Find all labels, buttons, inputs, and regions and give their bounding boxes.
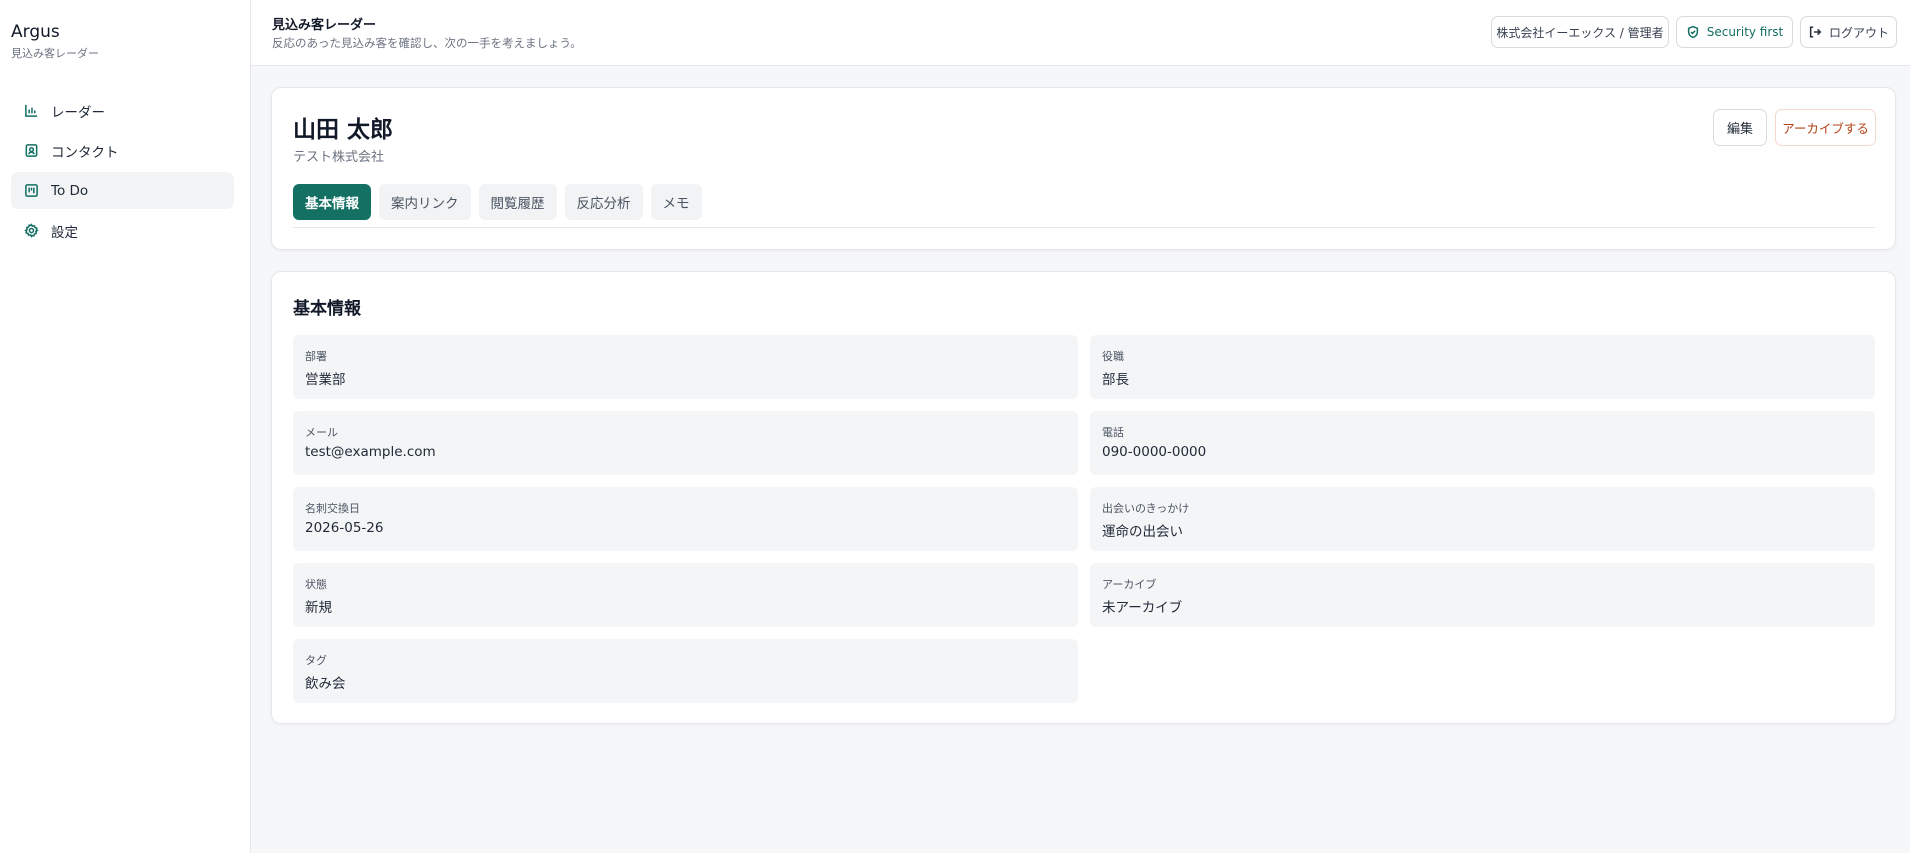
- app-subtitle: 見込み客レーダー: [11, 47, 99, 60]
- app-name: Argus: [11, 22, 60, 42]
- field-label: 状態: [305, 578, 327, 591]
- field-email: メール test@example.com: [293, 411, 1078, 475]
- sidebar-item-label: 設定: [51, 224, 78, 241]
- gear-icon: [23, 223, 39, 239]
- contact-company: テスト株式会社: [293, 150, 385, 165]
- field-value: test@example.com: [305, 444, 436, 460]
- archive-button[interactable]: アーカイブする: [1775, 109, 1876, 146]
- basic-info-card: 基本情報 部署 営業部 役職 部長 メール test@example.com 電…: [271, 271, 1896, 724]
- tab-view-history[interactable]: 閲覧履歴: [478, 184, 557, 220]
- field-tags: タグ 飲み会: [293, 639, 1078, 703]
- tabs-divider: [293, 227, 1875, 228]
- tab-guide-links[interactable]: 案内リンク: [379, 184, 471, 220]
- field-label: 名刺交換日: [305, 502, 360, 515]
- field-label: 役職: [1102, 350, 1124, 363]
- field-label: 出会いのきっかけ: [1102, 502, 1190, 515]
- field-card-exchange-date: 名刺交換日 2026-05-26: [293, 487, 1078, 551]
- section-title: 基本情報: [293, 299, 361, 319]
- field-value: 未アーカイブ: [1102, 600, 1183, 616]
- kanban-icon: [23, 183, 39, 199]
- logout-icon: [1809, 26, 1822, 38]
- field-position: 役職 部長: [1090, 335, 1875, 399]
- logout-label: ログアウト: [1828, 25, 1889, 40]
- security-label: Security first: [1706, 25, 1784, 39]
- sidebar-nav: レーダー コンタクト To Do 設定: [11, 92, 234, 252]
- field-phone: 電話 090-0000-0000: [1090, 411, 1875, 475]
- sidebar-item-label: コンタクト: [51, 144, 119, 161]
- field-department: 部署 営業部: [293, 335, 1078, 399]
- field-value: 運命の出会い: [1102, 524, 1183, 540]
- field-value: 2026-05-26: [305, 520, 384, 536]
- org-role-button[interactable]: 株式会社イーエックス / 管理者: [1491, 16, 1669, 48]
- contact-name: 山田 太郎: [293, 117, 394, 143]
- field-label: 電話: [1102, 426, 1124, 439]
- sidebar: Argus 見込み客レーダー レーダー コンタクト To Do 設定: [0, 0, 251, 853]
- top-header: 見込み客レーダー 反応のあった見込み客を確認し、次の一手を考えましょう。 株式会…: [251, 0, 1910, 66]
- field-value: 飲み会: [305, 676, 346, 692]
- sidebar-item-label: To Do: [51, 182, 89, 199]
- field-value: 営業部: [305, 372, 346, 388]
- logout-button[interactable]: ログアウト: [1800, 16, 1897, 48]
- security-first-button[interactable]: Security first: [1676, 16, 1793, 48]
- contact-profile-card: 山田 太郎 テスト株式会社 編集 アーカイブする 基本情報 案内リンク 閲覧履歴…: [271, 87, 1896, 250]
- tab-memo[interactable]: メモ: [650, 184, 702, 220]
- field-label: メール: [305, 426, 338, 439]
- sidebar-item-todo[interactable]: To Do: [11, 172, 234, 209]
- tab-reaction-analysis[interactable]: 反応分析: [564, 184, 643, 220]
- field-value: 090-0000-0000: [1102, 444, 1207, 460]
- page-title: 見込み客レーダー: [272, 18, 377, 33]
- org-role-label: 株式会社イーエックス / 管理者: [1496, 25, 1664, 40]
- page-subtitle: 反応のあった見込み客を確認し、次の一手を考えましょう。: [272, 36, 582, 50]
- field-label: タグ: [305, 654, 327, 667]
- field-archive: アーカイブ 未アーカイブ: [1090, 563, 1875, 627]
- bar-chart-icon: [23, 103, 39, 119]
- sidebar-item-label: レーダー: [51, 104, 105, 121]
- brand: Argus 見込み客レーダー: [11, 22, 99, 61]
- sidebar-item-contacts[interactable]: コンタクト: [11, 132, 234, 169]
- field-value: 部長: [1102, 372, 1129, 388]
- profile-tabs: 基本情報 案内リンク 閲覧履歴 反応分析 メモ: [293, 184, 710, 220]
- shield-check-icon: [1687, 25, 1698, 39]
- field-label: アーカイブ: [1102, 578, 1157, 591]
- tab-basic-info[interactable]: 基本情報: [293, 184, 371, 220]
- contact-icon: [23, 143, 39, 159]
- field-value: 新規: [305, 600, 332, 616]
- field-label: 部署: [305, 350, 327, 363]
- sidebar-item-radar[interactable]: レーダー: [11, 92, 234, 129]
- field-status: 状態 新規: [293, 563, 1078, 627]
- field-meeting-trigger: 出会いのきっかけ 運命の出会い: [1090, 487, 1875, 551]
- sidebar-item-settings[interactable]: 設定: [11, 212, 234, 249]
- edit-button[interactable]: 編集: [1713, 109, 1767, 146]
